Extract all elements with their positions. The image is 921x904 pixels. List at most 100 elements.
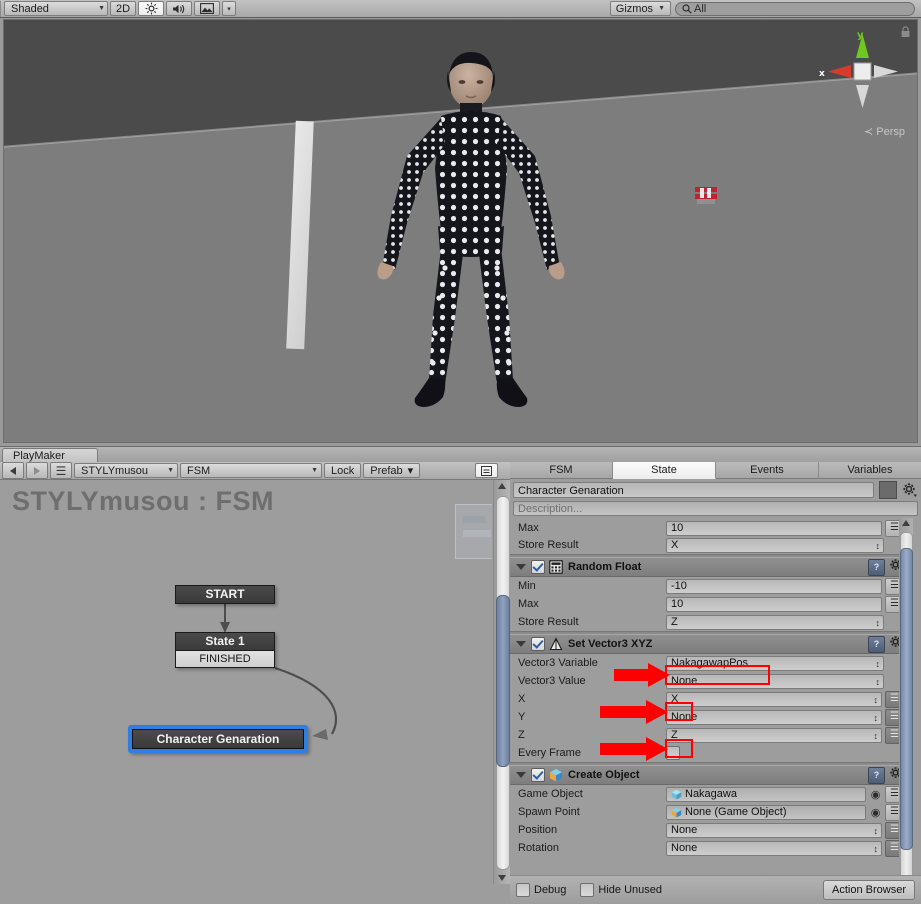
action-enable-checkbox[interactable] [531,560,545,574]
fsm-selector[interactable]: FSM ▼ [180,463,322,478]
action-row-field[interactable]: 10 [666,596,882,612]
arrow-right-icon [34,466,40,475]
action-enable-checkbox[interactable] [531,768,545,782]
tab-events-label: Events [750,464,784,476]
graph-menu-button[interactable]: ☰ [50,462,72,479]
action-row-field[interactable]: -10 [666,578,882,594]
help-book-icon[interactable]: ? [868,635,885,653]
fsm-node-state1-event-finished[interactable]: FINISHED [176,650,274,667]
action-row-field[interactable]: Z [666,727,882,743]
cube-icon [549,768,563,782]
scroll-up-icon[interactable] [902,520,910,526]
action-row-field[interactable]: Nakagawa [666,786,866,802]
scroll-down-icon[interactable] [498,875,506,881]
state-description-input[interactable]: Description... [513,501,918,516]
playmaker-window-tabstrip: PlayMaker [0,446,921,463]
graph-vertical-scrollbar[interactable] [493,480,510,884]
tab-state[interactable]: State [613,462,716,479]
hide-unused-checkbox-group[interactable]: Hide Unused [580,883,662,897]
foldout-arrow-icon[interactable] [516,564,526,570]
action-row-field[interactable]: None [666,709,882,725]
action-row-field[interactable]: NakagawapPos [666,655,884,671]
action-browser-button[interactable]: Action Browser [823,880,915,900]
inspector-vscroll-thumb[interactable] [900,548,913,850]
prefab-label: Prefab [370,464,403,477]
speaker-icon [173,4,185,13]
debug-label: Debug [534,884,567,896]
fsm-node-character-genaration-title: Character Genaration [132,729,304,749]
action-row-label: Game Object [518,788,583,800]
action-header-random-float[interactable]: Random Float ? [510,557,908,577]
scene-axis-gizmo[interactable]: y x ≺ Persp [817,28,909,138]
action-row-field[interactable]: 10 [666,520,882,536]
fsm-node-start[interactable]: START [175,585,275,604]
graph-minimap[interactable] [455,504,492,559]
help-book-icon[interactable]: ? [868,766,885,784]
action-row-x: X X ☰ [510,690,908,708]
action-row-label: Store Result [518,539,579,551]
nav-back-button[interactable] [2,462,24,479]
hide-unused-label: Hide Unused [598,884,663,896]
gizmos-dropdown-button[interactable]: Gizmos ▼ [609,1,671,16]
gameobject-selector[interactable]: STYLYmusou ▼ [74,463,178,478]
object-picker-button[interactable]: ◉ [869,806,882,819]
action-row-vector3-variable: Vector3 Variable NakagawapPos [510,654,908,672]
debug-checkbox[interactable] [516,883,530,897]
minimap-toggle-button[interactable] [475,463,498,478]
action-row-z: Z Z ☰ [510,726,908,744]
inspector-vertical-scrollbar[interactable] [899,518,913,904]
effects-dropdown-button[interactable]: ▾ [222,1,237,16]
audio-toggle-button[interactable] [166,1,193,16]
action-row-field[interactable]: None [666,822,882,838]
object-picker-button[interactable]: ◉ [869,788,882,801]
fsm-node-state1[interactable]: State 1 FINISHED [175,632,275,668]
action-row-field[interactable]: Z [666,614,884,630]
tab-state-label: State [651,464,677,476]
tab-events[interactable]: Events [716,462,819,479]
state-color-swatch[interactable] [879,480,897,499]
lock-icon[interactable] [900,26,911,38]
actions-list: Max 10 ☰ Store Result X ↕ Random Float ?… [510,518,908,904]
graph-vscroll-thumb[interactable] [496,595,510,767]
action-row-label: Spawn Point [518,806,580,818]
debug-checkbox-group[interactable]: Debug [516,883,566,897]
tab-fsm[interactable]: FSM [510,462,613,479]
tab-playmaker[interactable]: PlayMaker [2,448,98,463]
lock-button[interactable]: Lock [324,463,362,478]
action-header-set-vector3-xyz[interactable]: Set Vector3 XYZ ? [510,634,908,654]
scroll-up-icon[interactable] [498,483,506,489]
scene-view[interactable]: y x ≺ Persp [3,19,918,443]
action-row-field[interactable]: None [666,673,884,689]
fsm-graph-canvas[interactable]: STYLYmusou : FSM START State 1 FINISHED [0,480,492,884]
nav-forward-button[interactable] [26,462,48,479]
lock-label: Lock [331,464,355,477]
action-row-field[interactable]: None [666,840,882,856]
toggle-2d-button[interactable]: 2D [110,1,137,16]
perspective-toggle[interactable]: ≺ Persp [817,125,909,138]
prefab-dropdown-button[interactable]: Prefab ▾ [363,463,421,478]
fsm-node-character-genaration[interactable]: Character Genaration [128,725,308,753]
action-row-field[interactable]: X [666,691,882,707]
effects-toggle-button[interactable] [194,1,221,16]
action-header-create-object[interactable]: Create Object ? [510,765,908,785]
help-book-icon[interactable]: ? [868,558,885,576]
action-row-field[interactable]: None (Game Object) [666,804,866,820]
tab-variables[interactable]: Variables [819,462,921,479]
gameobject-cube-icon [671,807,682,818]
perspective-caret-icon: ≺ [863,126,874,138]
state-settings-gear-button[interactable] [902,482,918,498]
state-name-input[interactable]: Character Genaration [513,481,874,498]
svg-text:x: x [819,69,825,79]
every-frame-checkbox[interactable] [666,746,680,760]
action-row-value: Nakagawa [685,787,737,800]
foldout-arrow-icon[interactable] [516,772,526,778]
sun-icon [145,2,157,15]
foldout-arrow-icon[interactable] [516,641,526,647]
scene-search-input[interactable]: All [675,1,915,16]
hide-unused-checkbox[interactable] [580,883,595,897]
action-enable-checkbox[interactable] [531,637,545,651]
lighting-toggle-button[interactable] [138,1,165,16]
draw-mode-dropdown[interactable]: Shaded ▼ [4,1,108,16]
action-row-field[interactable]: X [666,537,884,553]
chevron-down-icon: ▼ [311,467,318,474]
